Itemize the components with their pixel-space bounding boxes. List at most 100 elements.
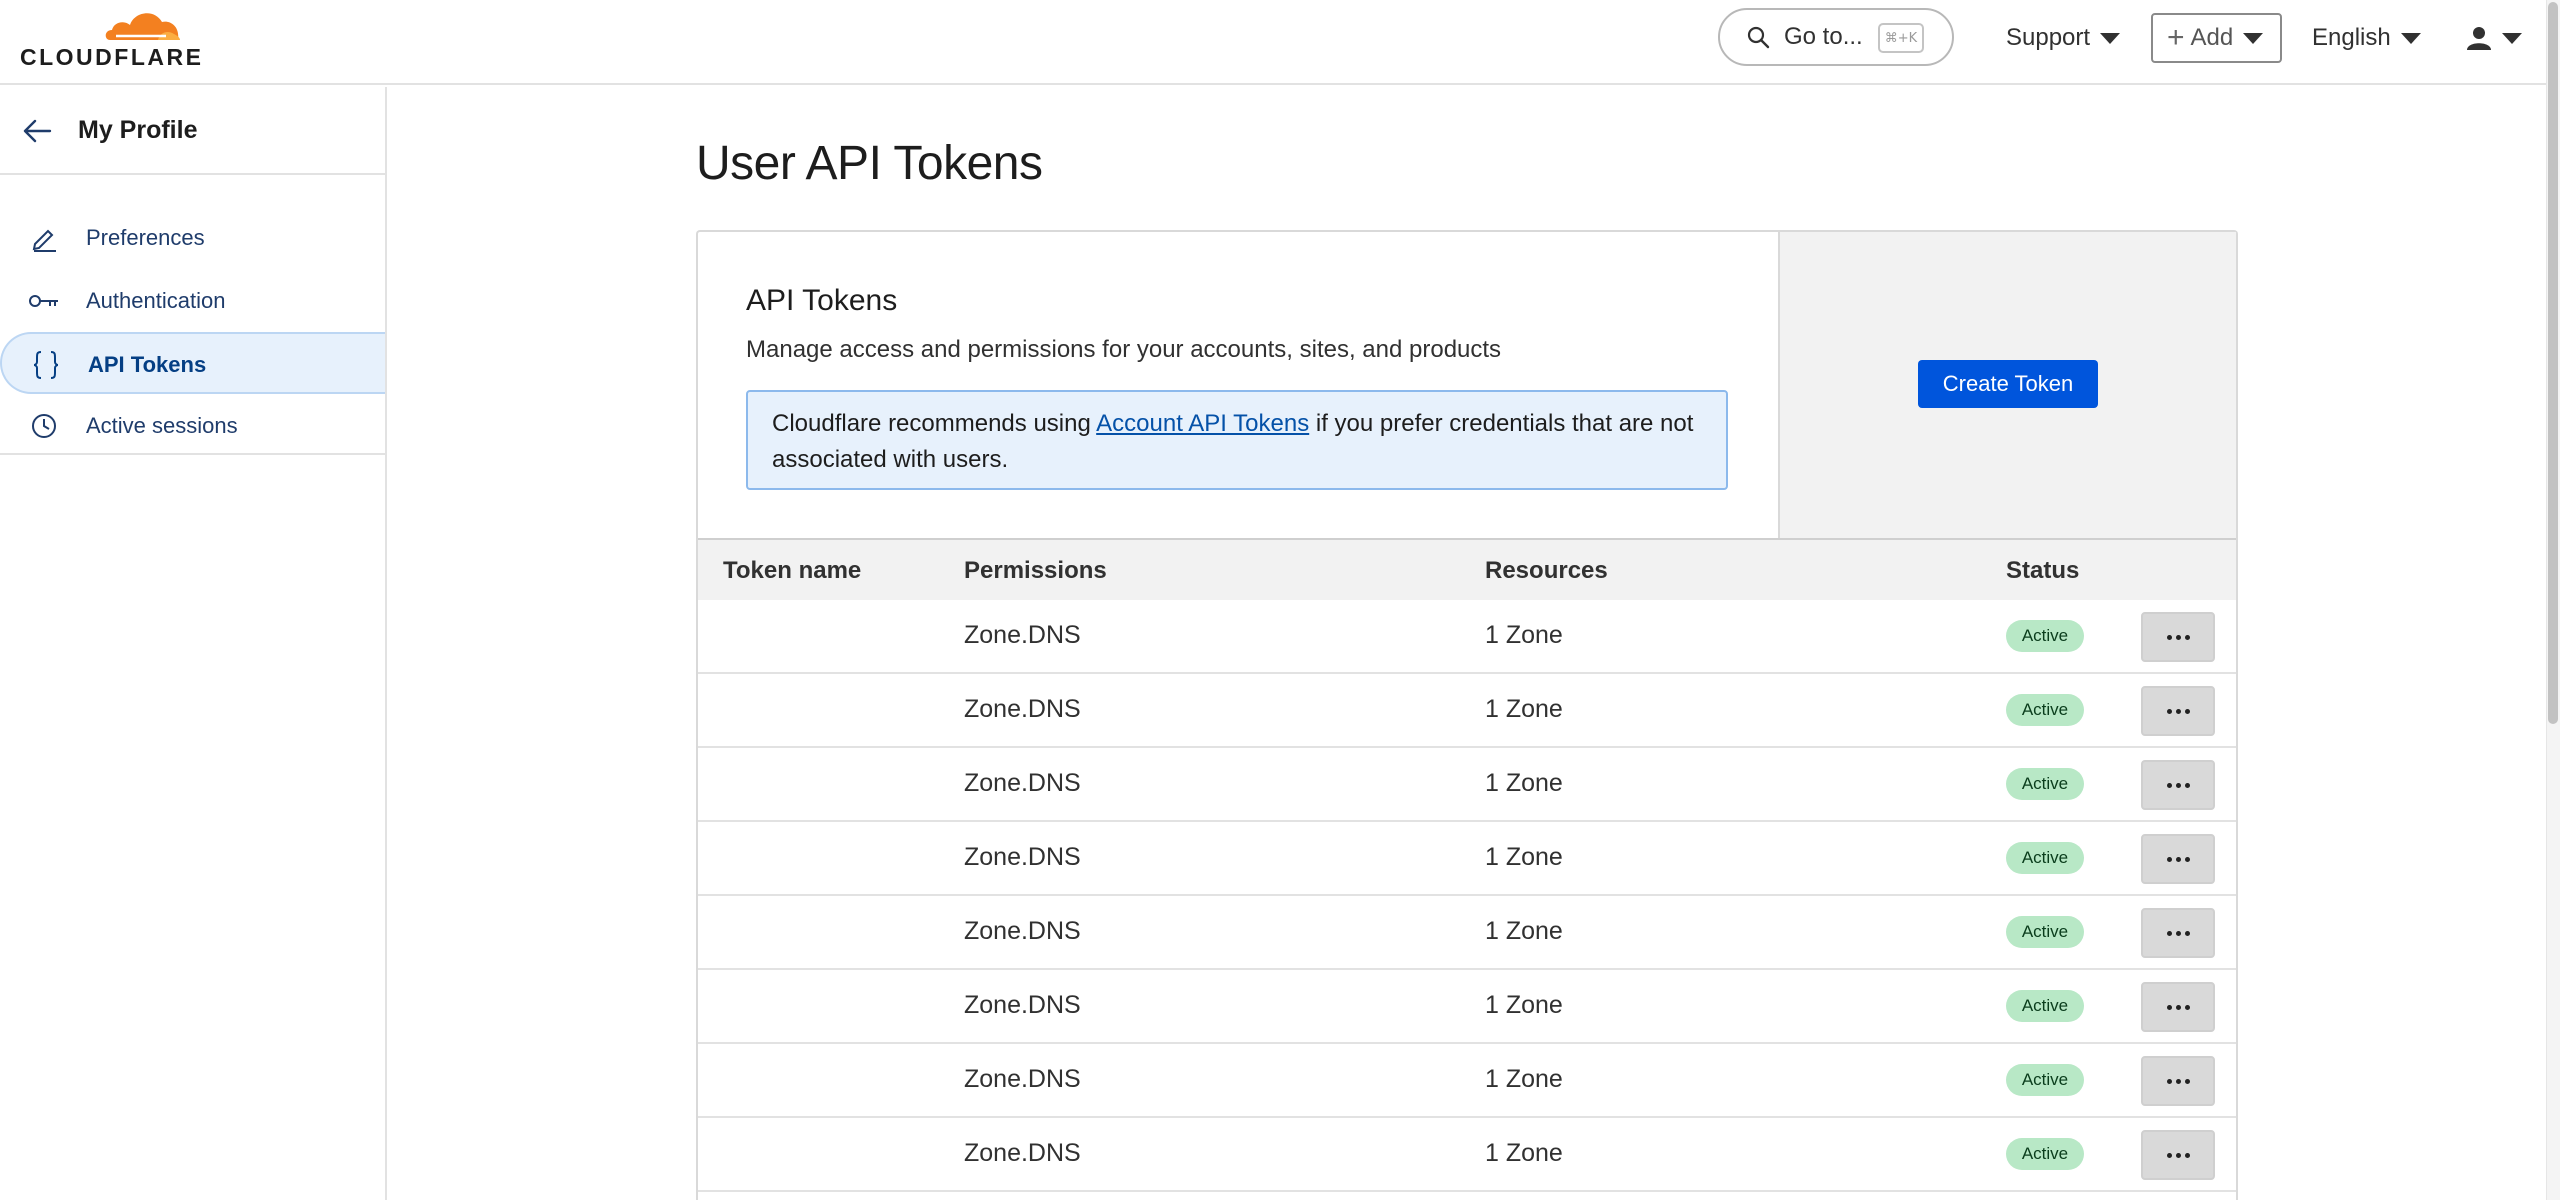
sidebar-item-preferences[interactable]: Preferences	[0, 207, 385, 269]
sidebar-item-api-tokens[interactable]: API Tokens	[0, 332, 385, 394]
ellipsis-icon	[2166, 708, 2172, 714]
sidebar-nav: Preferences Authentication API Tokens Ac…	[0, 175, 385, 455]
sidebar-item-label: Preferences	[86, 225, 205, 250]
ellipsis-icon	[2175, 782, 2181, 788]
ellipsis-icon	[2166, 1004, 2172, 1010]
table-row: Zone.DNS 1 Zone Active	[698, 970, 2236, 1044]
resources-cell: 1 Zone	[1485, 695, 1563, 723]
language-menu[interactable]: English	[2312, 18, 2421, 58]
language-label: English	[2312, 24, 2391, 51]
ellipsis-icon	[2166, 856, 2172, 862]
sidebar-item-authentication[interactable]: Authentication	[0, 270, 385, 332]
column-header-permissions[interactable]: Permissions	[964, 557, 1107, 585]
ellipsis-icon	[2184, 1152, 2190, 1158]
resources-cell: 1 Zone	[1485, 843, 1563, 871]
status-badge: Active	[2006, 916, 2084, 948]
ellipsis-icon	[2184, 856, 2190, 862]
cloud-logo-icon	[105, 13, 180, 40]
ellipsis-icon	[2175, 1004, 2181, 1010]
search-icon	[1747, 26, 1770, 49]
table-row: Zone.DNS 1 Zone Active	[698, 822, 2236, 896]
more-actions-button[interactable]	[2141, 1130, 2215, 1180]
user-menu[interactable]	[2466, 18, 2522, 58]
logo-wordmark: CLOUDFLARE	[20, 44, 204, 70]
page-title: User API Tokens	[696, 137, 1043, 190]
resources-cell: 1 Zone	[1485, 991, 1563, 1019]
goto-search-button[interactable]: Go to... ⌘+K	[1718, 8, 1954, 66]
permissions-cell: Zone.DNS	[964, 843, 1081, 871]
card-actions: Create Token	[1778, 232, 2236, 538]
support-label: Support	[2006, 24, 2091, 51]
status-badge: Active	[2006, 1138, 2084, 1170]
account-api-tokens-link[interactable]: Account API Tokens	[1096, 410, 1309, 437]
resources-cell: 1 Zone	[1485, 1139, 1563, 1167]
api-tokens-card: API Tokens Manage access and permissions…	[696, 230, 2238, 1200]
keyboard-shortcut-hint: ⌘+K	[1878, 23, 1924, 53]
column-header-resources[interactable]: Resources	[1485, 557, 1608, 585]
goto-label: Go to...	[1784, 23, 1863, 50]
table-row: Zone.DNS 1 Zone Active	[698, 1118, 2236, 1192]
ellipsis-icon	[2184, 782, 2190, 788]
ellipsis-icon	[2175, 930, 2181, 936]
ellipsis-icon	[2175, 856, 2181, 862]
add-button[interactable]: + Add	[2151, 13, 2282, 63]
table-row: Zone.DNS 1 Zone Active	[698, 674, 2236, 748]
permissions-cell: Zone.DNS	[964, 769, 1081, 797]
status-badge: Active	[2006, 1064, 2084, 1096]
pencil-icon	[28, 223, 60, 253]
scrollbar-thumb[interactable]	[2548, 2, 2558, 724]
ellipsis-icon	[2175, 708, 2181, 714]
sidebar-item-label: API Tokens	[88, 352, 207, 377]
more-actions-button[interactable]	[2141, 760, 2215, 810]
info-notice: Cloudflare recommends using Account API …	[746, 390, 1728, 490]
caret-down-icon	[2502, 32, 2522, 44]
plus-icon: +	[2167, 21, 2185, 54]
card-intro: API Tokens Manage access and permissions…	[698, 232, 1778, 538]
section-description: Manage access and permissions for your a…	[746, 336, 1502, 363]
sidebar-header: My Profile	[0, 87, 385, 175]
column-header-token-name[interactable]: Token name	[723, 557, 861, 585]
add-label: Add	[2190, 24, 2234, 51]
top-bar: CLOUDFLARE Go to... ⌘+K Support + Add En…	[0, 0, 2560, 85]
permissions-cell: Zone.DNS	[964, 991, 1081, 1019]
section-title: API Tokens	[746, 284, 898, 317]
permissions-cell: Zone.DNS	[964, 917, 1081, 945]
caret-down-icon	[2243, 32, 2264, 44]
sidebar-item-active-sessions[interactable]: Active sessions	[0, 395, 385, 457]
user-icon	[2467, 27, 2491, 50]
column-header-status[interactable]: Status	[2006, 557, 2079, 585]
table-header: Token name Permissions Resources Status	[698, 540, 2236, 600]
ellipsis-icon	[2166, 1152, 2172, 1158]
create-token-button[interactable]: Create Token	[1918, 360, 2098, 408]
ellipsis-icon	[2184, 708, 2190, 714]
status-badge: Active	[2006, 620, 2084, 652]
more-actions-button[interactable]	[2141, 834, 2215, 884]
resources-cell: 1 Zone	[1485, 769, 1563, 797]
ellipsis-icon	[2175, 1152, 2181, 1158]
back-arrow-icon[interactable]	[22, 117, 52, 145]
ellipsis-icon	[2166, 930, 2172, 936]
resources-cell: 1 Zone	[1485, 917, 1563, 945]
permissions-cell: Zone.DNS	[964, 1139, 1081, 1167]
support-menu[interactable]: Support	[2006, 18, 2121, 58]
caret-down-icon	[2100, 32, 2121, 44]
ellipsis-icon	[2175, 1078, 2181, 1084]
sidebar-item-label: Active sessions	[86, 413, 238, 438]
sidebar-item-label: Authentication	[86, 288, 226, 313]
braces-icon	[30, 350, 62, 380]
ellipsis-icon	[2184, 1078, 2190, 1084]
card-header: API Tokens Manage access and permissions…	[698, 232, 2236, 540]
more-actions-button[interactable]	[2141, 908, 2215, 958]
permissions-cell: Zone.DNS	[964, 1065, 1081, 1093]
more-actions-button[interactable]	[2141, 1056, 2215, 1106]
resources-cell: 1 Zone	[1485, 621, 1563, 649]
ellipsis-icon	[2184, 634, 2190, 640]
sidebar-title: My Profile	[78, 116, 198, 144]
table-row: Zone.DNS 1 Zone Active	[698, 896, 2236, 970]
more-actions-button[interactable]	[2141, 982, 2215, 1032]
ellipsis-icon	[2166, 634, 2172, 640]
more-actions-button[interactable]	[2141, 686, 2215, 736]
cloudflare-logo[interactable]: CLOUDFLARE	[20, 6, 201, 70]
more-actions-button[interactable]	[2141, 612, 2215, 662]
ellipsis-icon	[2184, 1004, 2190, 1010]
